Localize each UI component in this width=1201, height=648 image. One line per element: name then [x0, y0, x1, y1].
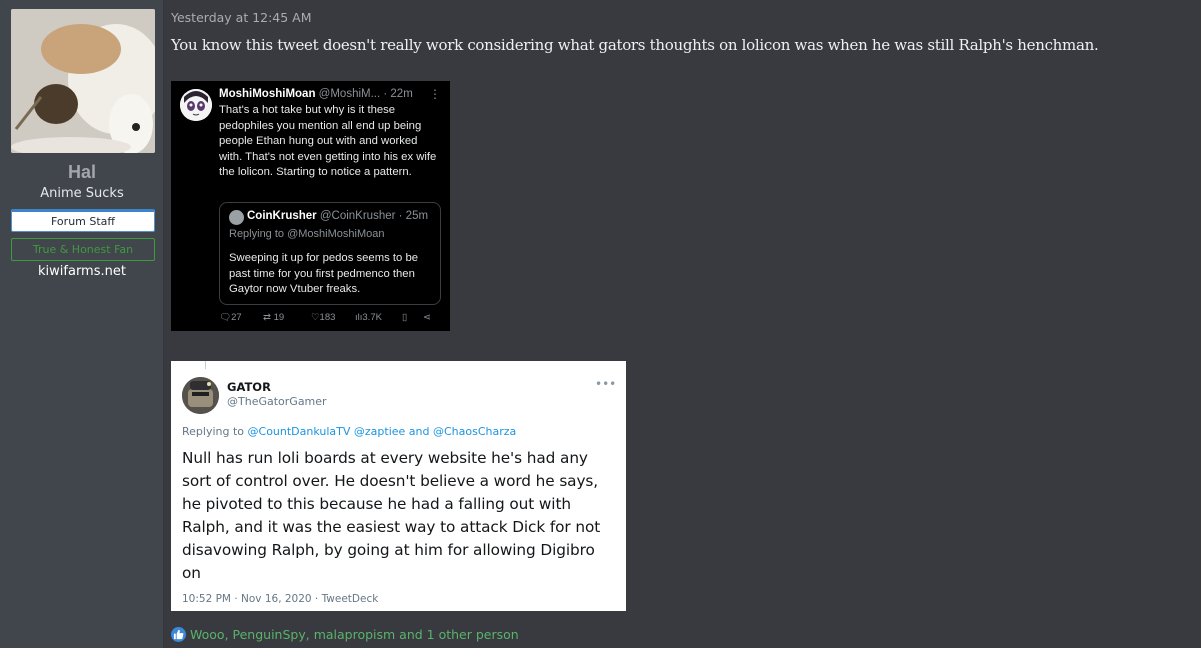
username[interactable]: Hal: [0, 162, 164, 183]
avatar[interactable]: [11, 9, 155, 153]
like-count-value: 183: [319, 312, 336, 323]
replying-mentions: @CountDankulaTV @zaptiee and @ChaosCharz…: [247, 425, 517, 438]
tweet-actions: 🗨︎27 ⇄ 19 ♡183 ılı3.7K ▯ ⋖: [219, 312, 441, 326]
banner-forum-staff: Forum Staff: [11, 209, 155, 232]
like-count: ♡183: [311, 312, 335, 323]
view-count-value: 3.7K: [362, 312, 382, 323]
banner-true-honest-fan: True & Honest Fan: [11, 238, 155, 261]
quoted-tweet-avatar: [229, 210, 244, 225]
tweet-replying-to: Replying to @CountDankulaTV @zaptiee and…: [182, 425, 516, 438]
user-site: kiwifarms.net: [38, 264, 126, 279]
quoted-tweet: CoinKrusher @CoinKrusher · 25m Replying …: [219, 202, 441, 305]
quoted-author-name: CoinKrusher: [247, 210, 317, 222]
avatar-image: [11, 9, 155, 153]
reply-count: 🗨︎27: [219, 312, 242, 323]
post-timestamp[interactable]: Yesterday at 12:45 AM: [171, 10, 312, 25]
tweet-meta: 10:52 PM · Nov 16, 2020 · TweetDeck: [182, 593, 379, 605]
bookmark-icon: ▯: [402, 312, 408, 323]
tweet-author-name: GATOR: [227, 380, 271, 394]
retweet-count: ⇄ 19: [263, 312, 284, 323]
share-icon: ⋖: [423, 312, 431, 323]
replying-prefix: Replying to: [182, 425, 248, 438]
tweet-time: · 22m: [383, 88, 413, 100]
post-page: Hal Anime Sucks Forum Staff True & Hones…: [0, 0, 1201, 648]
view-count: ılı3.7K: [355, 312, 382, 323]
tweet-avatar: [182, 377, 219, 414]
thread-line: [205, 361, 206, 369]
tweet-author-handle: @MoshiM...: [318, 88, 381, 100]
like-icon: [171, 626, 186, 642]
tweet-header: MoshiMoshiMoan @MoshiM... · 22m: [219, 88, 413, 100]
tweet-body: That's a hot take but why is it these pe…: [219, 104, 437, 179]
user-sidebar: Hal Anime Sucks Forum Staff True & Hones…: [0, 0, 164, 648]
post-body-text: You know this tweet doesn't really work …: [171, 36, 1099, 54]
quoted-tweet-body: Sweeping it up for pedos seems to be pas…: [229, 252, 419, 296]
reply-icon: 🗨︎: [219, 312, 232, 323]
quoted-replying-to: Replying to @MoshiMoshiMoan: [229, 228, 385, 240]
tweet-avatar: [180, 89, 212, 121]
quoted-author-handle: @CoinKrusher · 25m: [319, 210, 429, 222]
quoted-tweet-header: CoinKrusher @CoinKrusher · 25m: [247, 210, 428, 222]
retweet-icon: ⇄: [263, 312, 271, 323]
more-icon: •••: [595, 377, 617, 391]
more-icon: ⋮: [429, 87, 441, 101]
retweet-count-value: 19: [273, 312, 285, 323]
heart-icon: ♡: [311, 312, 320, 323]
tweet-screenshot-dark[interactable]: MoshiMoshiMoan @MoshiM... · 22m ⋮ That's…: [171, 81, 450, 331]
reaction-users[interactable]: Wooo, PenguinSpy, malapropism and 1 othe…: [190, 627, 519, 642]
reply-count-value: 27: [231, 312, 242, 323]
tweet-author-handle: @TheGatorGamer: [227, 395, 327, 408]
user-title: Anime Sucks: [40, 186, 124, 201]
tweet-body: Null has run loli boards at every websit…: [182, 449, 601, 582]
tweet-author-name: MoshiMoshiMoan: [219, 88, 316, 100]
reactions-bar: Wooo, PenguinSpy, malapropism and 1 othe…: [171, 626, 519, 642]
tweet-screenshot-light[interactable]: GATOR @TheGatorGamer ••• Replying to @Co…: [171, 361, 626, 611]
